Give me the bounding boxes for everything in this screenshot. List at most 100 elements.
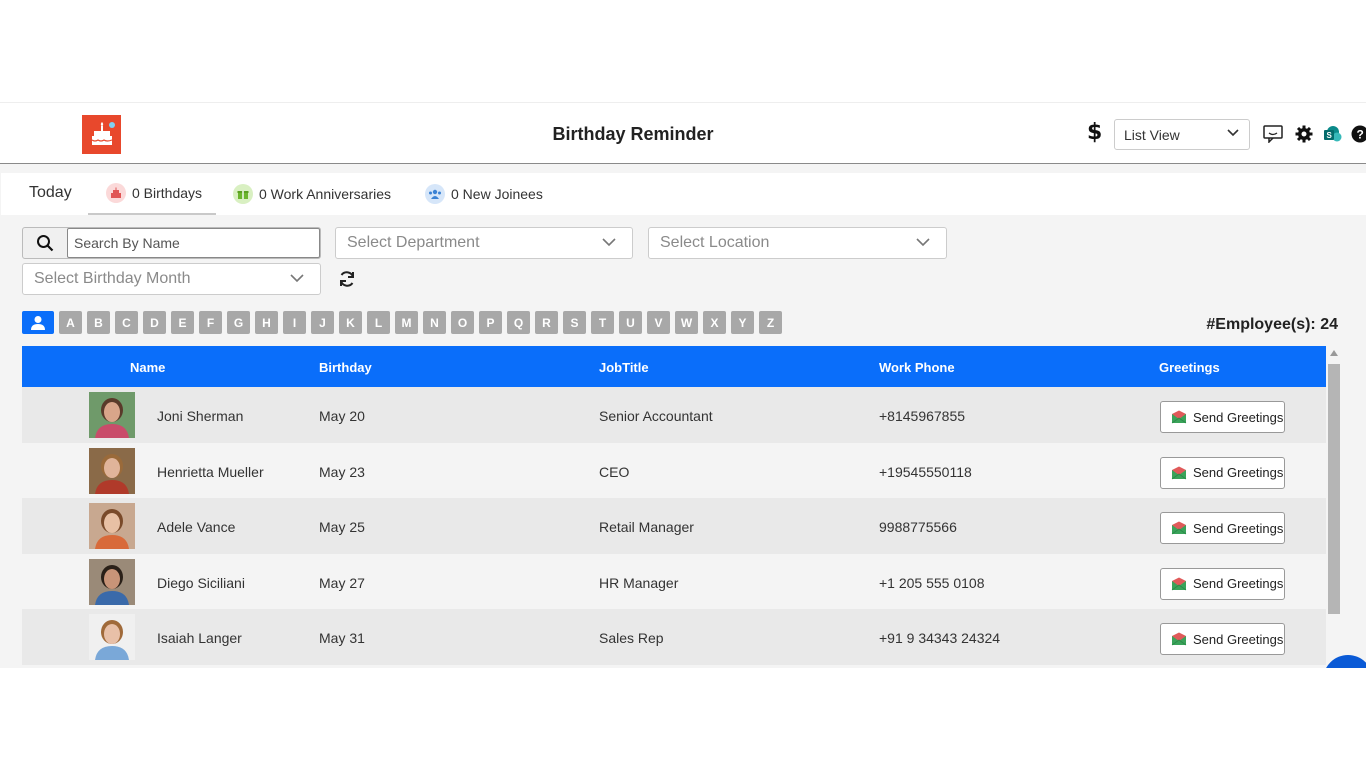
employee-name: Joni Sherman [157, 408, 244, 424]
user-icon [31, 315, 45, 330]
department-select-value: Select Department [347, 234, 480, 251]
letter-button[interactable]: C [115, 311, 138, 334]
feedback-icon[interactable] [1262, 123, 1284, 145]
gift-icon [233, 184, 253, 204]
letter-button[interactable]: M [395, 311, 418, 334]
view-select[interactable]: List View [1114, 119, 1250, 150]
table-row: Henrietta Mueller May 23 CEO +19545550118 Se… [22, 442, 1326, 499]
search-icon [37, 235, 54, 252]
envelope-icon [1171, 577, 1187, 591]
letter-button[interactable]: E [171, 311, 194, 334]
tab-birthdays[interactable]: 0 Birthdays [88, 173, 216, 215]
employee-jobtitle: HR Manager [599, 574, 679, 591]
employee-table: Name Birthday JobTitle Work Phone Greeti… [22, 346, 1326, 668]
table-row: Isaiah Langer May 31 Sales Rep +91 9 34343 … [22, 609, 1326, 666]
envelope-icon [1171, 632, 1187, 646]
birthday-month-select[interactable]: Select Birthday Month [22, 263, 321, 295]
avatar [89, 558, 135, 605]
col-birthday: Birthday [319, 360, 372, 375]
letter-button[interactable]: D [143, 311, 166, 334]
scroll-thumb[interactable] [1328, 364, 1340, 614]
gear-icon[interactable] [1293, 123, 1315, 145]
app-frame: Birthday Reminder $ List View S ? Today … [0, 102, 1366, 668]
employee-birthday: May 25 [319, 519, 365, 536]
employee-work-phone: 9988775566 [879, 519, 957, 536]
letter-button[interactable]: F [199, 311, 222, 334]
col-greetings: Greetings [1159, 360, 1220, 375]
location-select[interactable]: Select Location [648, 227, 947, 259]
tab-new-joinees-label: 0 New Joinees [451, 186, 543, 202]
letter-button[interactable]: L [367, 311, 390, 334]
letter-button[interactable]: T [591, 311, 614, 334]
employee-birthday: May 23 [319, 463, 365, 480]
letter-button[interactable]: U [619, 311, 642, 334]
send-greetings-label: Send Greetings [1193, 409, 1284, 425]
employee-work-phone: +91 9 34343 24324 [879, 630, 1001, 647]
send-greetings-label: Send Greetings [1193, 631, 1284, 647]
table-scrollbar[interactable] [1326, 346, 1342, 668]
tab-work-anniversaries[interactable]: 0 Work Anniversaries [233, 173, 391, 215]
send-greetings-button[interactable]: Send Greetings [1160, 567, 1285, 600]
letter-button[interactable]: G [227, 311, 250, 334]
letter-button[interactable]: H [255, 311, 278, 334]
search-input[interactable] [67, 228, 320, 258]
letter-button[interactable]: V [647, 311, 670, 334]
letter-button[interactable]: Z [759, 311, 782, 334]
chevron-down-icon [916, 238, 930, 247]
svg-text:S: S [1327, 131, 1333, 140]
letter-button[interactable]: X [703, 311, 726, 334]
send-greetings-label: Send Greetings [1193, 465, 1284, 481]
letter-button[interactable]: K [339, 311, 362, 334]
search-button[interactable] [23, 228, 67, 258]
letter-button[interactable]: N [423, 311, 446, 334]
employee-name: Isaiah Langer [157, 630, 242, 647]
col-jobtitle: JobTitle [599, 360, 649, 375]
avatar [89, 392, 135, 438]
scroll-up-arrow[interactable] [1330, 350, 1338, 356]
table-header: Name Birthday JobTitle Work Phone Greeti… [22, 346, 1326, 387]
employee-jobtitle: Sales Rep [599, 630, 664, 647]
currency-icon[interactable]: $ [1087, 120, 1102, 145]
chevron-down-icon [1227, 129, 1239, 137]
send-greetings-button[interactable]: Send Greetings [1160, 456, 1285, 489]
view-select-value: List View [1124, 126, 1180, 143]
letter-button[interactable]: J [311, 311, 334, 334]
sharepoint-icon[interactable]: S [1321, 123, 1343, 145]
send-greetings-button[interactable]: Send Greetings [1160, 623, 1285, 656]
employee-work-phone: +8145967855 [879, 408, 966, 424]
send-greetings-button[interactable]: Send Greetings [1160, 401, 1285, 433]
tab-new-joinees[interactable]: 0 New Joinees [425, 173, 543, 215]
employee-jobtitle: Retail Manager [599, 519, 694, 536]
letter-button[interactable]: A [59, 311, 82, 334]
search-box [22, 227, 321, 259]
letter-button[interactable]: Q [507, 311, 530, 334]
letter-button[interactable]: W [675, 311, 698, 334]
letter-button[interactable]: O [451, 311, 474, 334]
employee-work-phone: +19545550118 [879, 463, 972, 480]
chevron-down-icon [602, 238, 616, 247]
svg-text:?: ? [1357, 128, 1364, 142]
letter-button[interactable]: Y [731, 311, 754, 334]
page-title: Birthday Reminder [552, 124, 714, 144]
help-icon[interactable]: ? [1349, 123, 1366, 145]
employee-birthday: May 27 [319, 574, 365, 591]
people-icon [425, 184, 445, 204]
col-name: Name [130, 360, 166, 375]
letter-button[interactable]: R [535, 311, 558, 334]
refresh-button[interactable] [337, 269, 357, 289]
letter-button[interactable]: P [479, 311, 502, 334]
employee-birthday: May 31 [319, 630, 365, 647]
send-greetings-button[interactable]: Send Greetings [1160, 512, 1285, 545]
letter-button[interactable]: B [87, 311, 110, 334]
envelope-icon [1171, 466, 1187, 479]
all-letters-button[interactable] [22, 311, 54, 334]
letter-button[interactable]: S [563, 311, 586, 334]
employee-name: Diego Siciliani [157, 574, 245, 591]
avatar [89, 503, 135, 550]
envelope-icon [1171, 410, 1187, 424]
letter-button[interactable]: I [283, 311, 306, 334]
department-select[interactable]: Select Department [335, 227, 633, 259]
employee-name: Henrietta Mueller [157, 463, 264, 480]
envelope-icon [1171, 521, 1187, 535]
send-greetings-label: Send Greetings [1193, 520, 1284, 536]
